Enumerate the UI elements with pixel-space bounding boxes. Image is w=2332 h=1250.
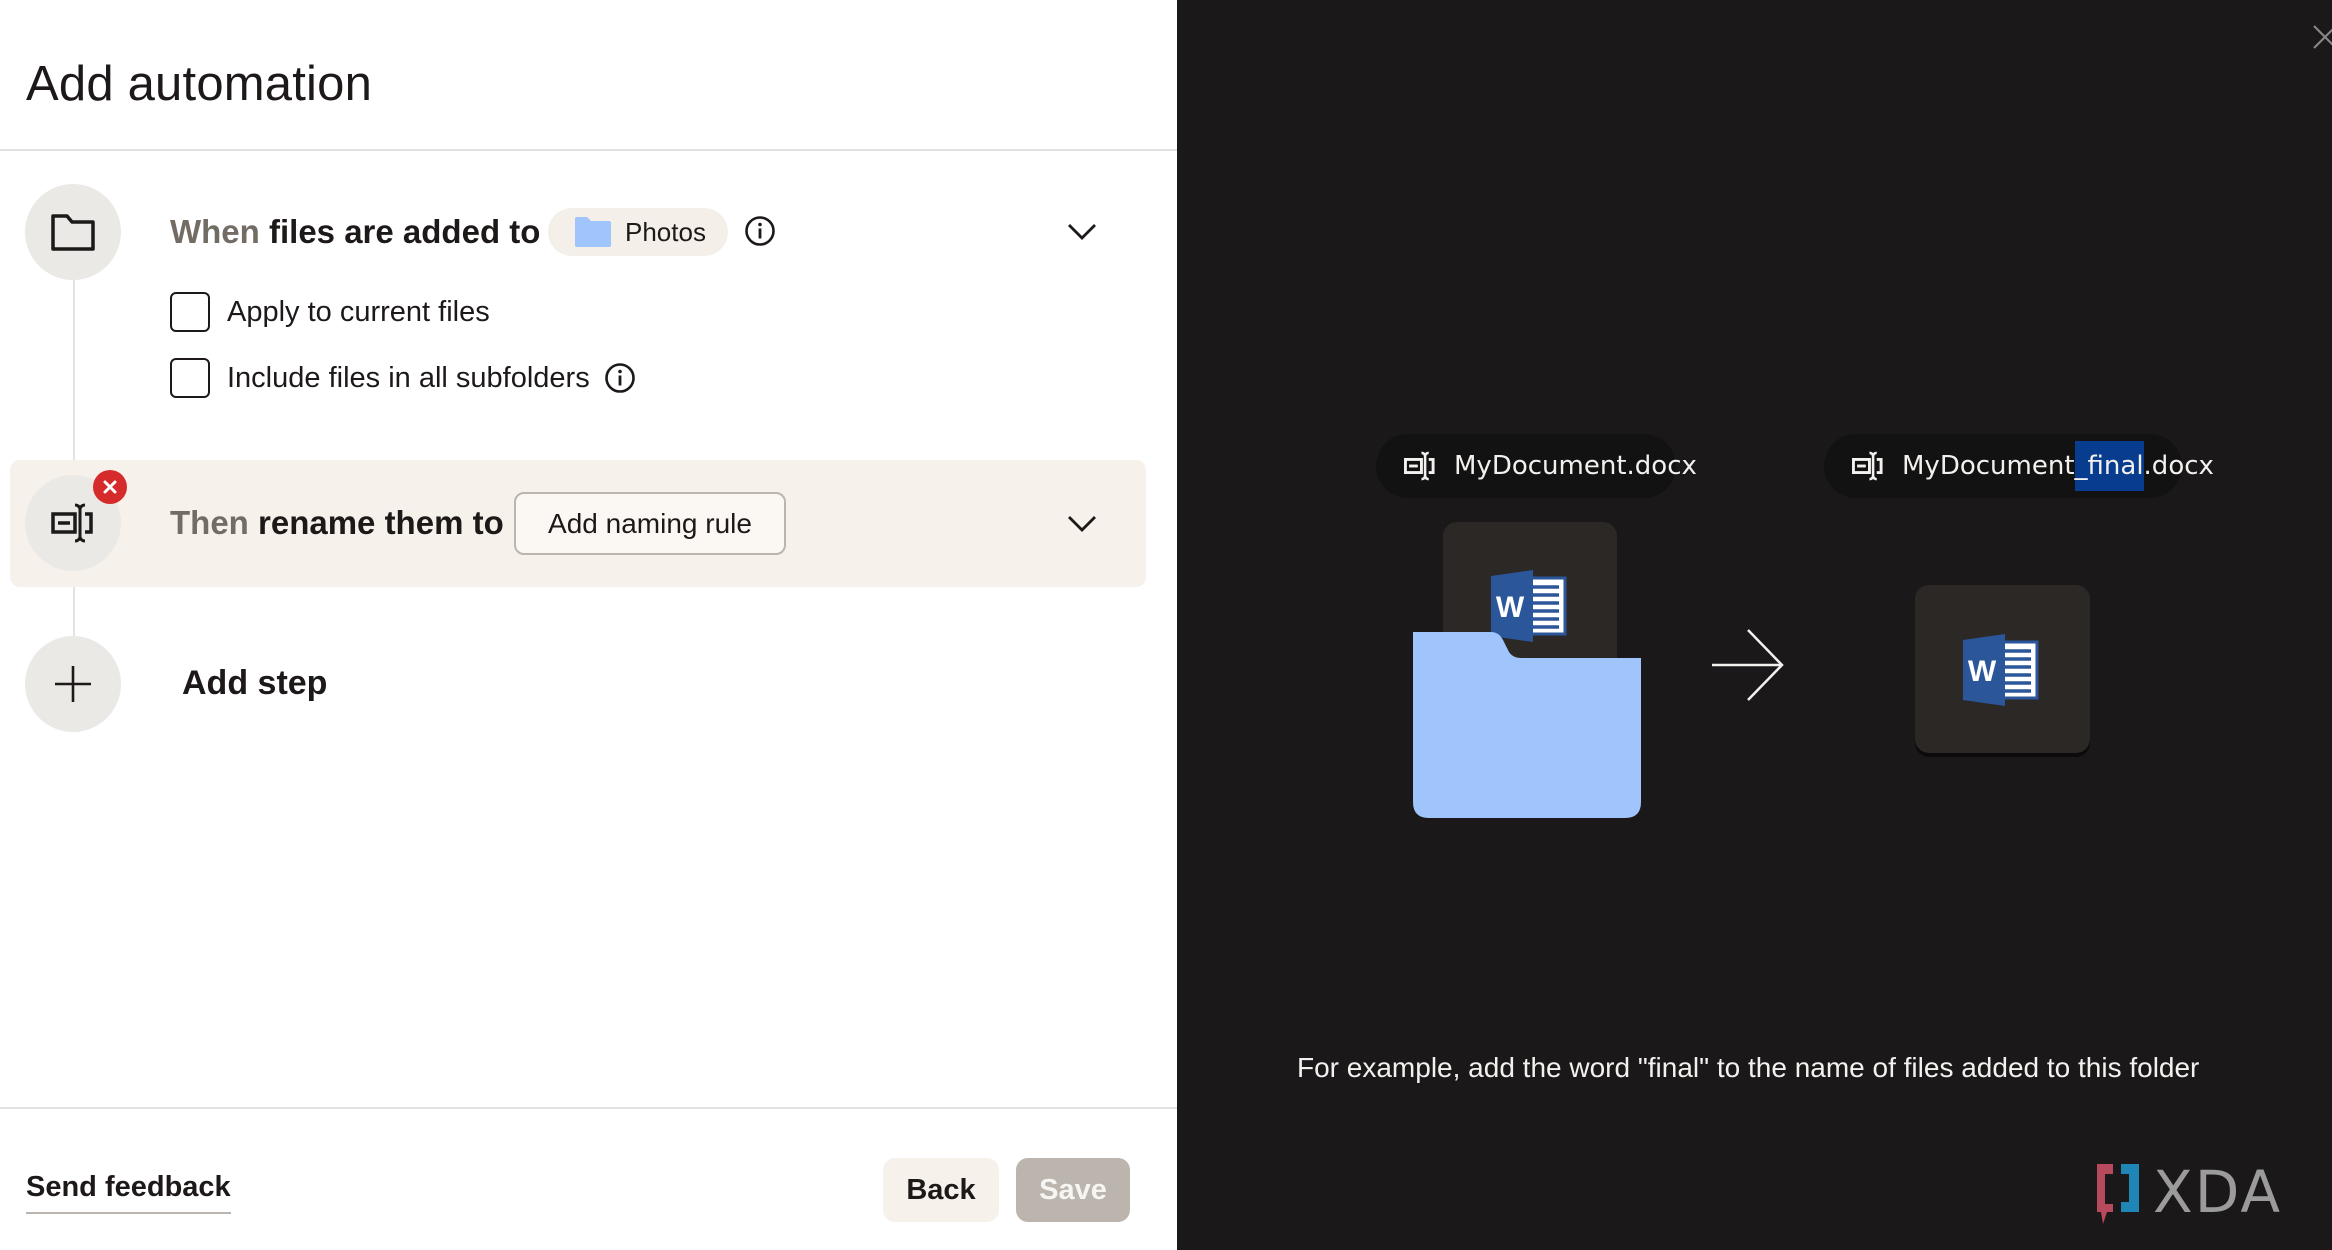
svg-text:W: W bbox=[1496, 591, 1525, 624]
apply-current-files-option[interactable]: Apply to current files bbox=[170, 292, 490, 332]
word-document-icon: W bbox=[1963, 634, 2039, 706]
folder-chip-label: Photos bbox=[625, 216, 706, 247]
send-feedback-link[interactable]: Send feedback bbox=[26, 1171, 231, 1214]
include-subfolders-checkbox[interactable] bbox=[170, 358, 210, 398]
folder-chip[interactable]: Photos bbox=[548, 208, 728, 256]
folder-icon bbox=[51, 214, 95, 251]
save-button[interactable]: Save bbox=[1016, 1158, 1130, 1222]
add-naming-rule-button[interactable]: Add naming rule bbox=[514, 492, 786, 555]
original-filename-pill: MyDocument.docx bbox=[1376, 434, 1697, 498]
header-divider bbox=[0, 149, 1177, 151]
apply-current-files-checkbox[interactable] bbox=[170, 292, 210, 332]
action-step-text[interactable]: Then rename them to bbox=[170, 499, 504, 547]
xda-watermark: XDA bbox=[2093, 1158, 2282, 1226]
add-step-label[interactable]: Add step bbox=[182, 664, 327, 703]
info-icon[interactable] bbox=[604, 362, 636, 394]
remove-step-badge[interactable] bbox=[93, 470, 127, 504]
original-filename: MyDocument.docx bbox=[1454, 451, 1697, 481]
trigger-step-text[interactable]: When files are added to bbox=[170, 208, 540, 256]
plus-icon bbox=[55, 666, 91, 702]
add-step-button[interactable] bbox=[25, 636, 121, 732]
folder-illustration bbox=[1413, 632, 1641, 818]
action-prefix: Then bbox=[170, 504, 249, 541]
close-icon[interactable] bbox=[2310, 22, 2332, 52]
close-icon bbox=[103, 480, 117, 494]
rename-icon bbox=[1850, 450, 1886, 482]
chevron-down-icon[interactable] bbox=[1067, 222, 1097, 242]
chevron-down-icon[interactable] bbox=[1067, 514, 1097, 534]
include-subfolders-label: Include files in all subfolders bbox=[227, 361, 590, 394]
dialog-title: Add automation bbox=[26, 57, 373, 111]
back-button[interactable]: Back bbox=[883, 1158, 999, 1222]
xda-wordmark: XDA bbox=[2153, 1158, 2283, 1226]
action-description: rename them to bbox=[258, 504, 504, 541]
info-icon[interactable] bbox=[744, 215, 776, 247]
xda-logo-icon bbox=[2097, 1164, 2139, 1224]
rename-icon bbox=[1402, 450, 1438, 482]
svg-text:W: W bbox=[1968, 655, 1997, 688]
example-caption: For example, add the word "final" to the… bbox=[1297, 1052, 2200, 1083]
renamed-filename-base: MyDocument bbox=[1902, 451, 2075, 481]
rename-icon bbox=[51, 503, 93, 543]
arrow-right-icon bbox=[1712, 629, 1784, 701]
renamed-filename-ext: .docx bbox=[2143, 451, 2214, 481]
apply-current-files-label: Apply to current files bbox=[227, 295, 490, 328]
include-subfolders-option[interactable]: Include files in all subfolders bbox=[170, 358, 636, 398]
footer-divider bbox=[0, 1107, 1177, 1109]
renamed-filename-highlight: _final bbox=[2074, 441, 2144, 491]
trigger-description: files are added to bbox=[269, 213, 541, 250]
trigger-prefix: When bbox=[170, 213, 260, 250]
folder-chip-icon bbox=[575, 217, 611, 247]
trigger-step-icon-circle bbox=[25, 184, 121, 280]
renamed-filename-pill: MyDocument _final .docx bbox=[1824, 434, 2214, 498]
automation-editor-panel: Add automation When files are added to P… bbox=[0, 0, 1177, 1250]
